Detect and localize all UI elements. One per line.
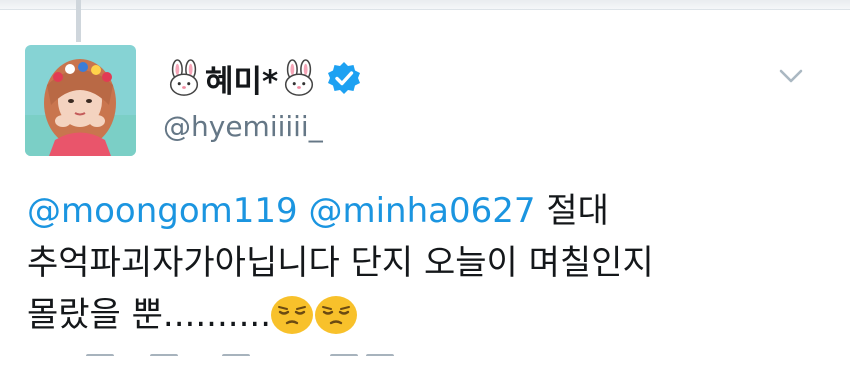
chevron-down-icon[interactable] xyxy=(777,64,805,88)
pensive-face-icon xyxy=(315,296,358,334)
author-handle[interactable]: @hyemiiiii_ xyxy=(163,110,323,143)
rabbit-face-icon xyxy=(169,59,199,96)
avatar-photo xyxy=(25,45,136,156)
verified-badge-icon xyxy=(328,62,361,94)
tweet-text-line: 몰랐을 뿐.......... xyxy=(27,295,272,335)
mention-link[interactable]: @minha0627 xyxy=(308,191,535,231)
display-name: 혜미* xyxy=(205,63,279,100)
tweet-text-segment: 절대 xyxy=(535,191,609,231)
mention-link[interactable]: @moongom119 xyxy=(27,191,298,231)
avatar[interactable] xyxy=(25,45,136,156)
thread-top-divider xyxy=(0,0,850,10)
tweet-text-line: 추억파괴자가아닙니다 단지 오늘이 며칠인지 xyxy=(27,243,654,283)
rabbit-face-icon xyxy=(285,59,314,96)
tweet-meta-cut-off xyxy=(0,352,850,367)
pensive-face-icon xyxy=(271,296,314,334)
author-name-row[interactable]: 혜미* xyxy=(165,58,362,100)
thread-connector-line xyxy=(76,0,81,42)
tweet-text: @moongom119 @minha0627 절대 추억파괴자가아닙니다 단지 … xyxy=(27,185,827,341)
